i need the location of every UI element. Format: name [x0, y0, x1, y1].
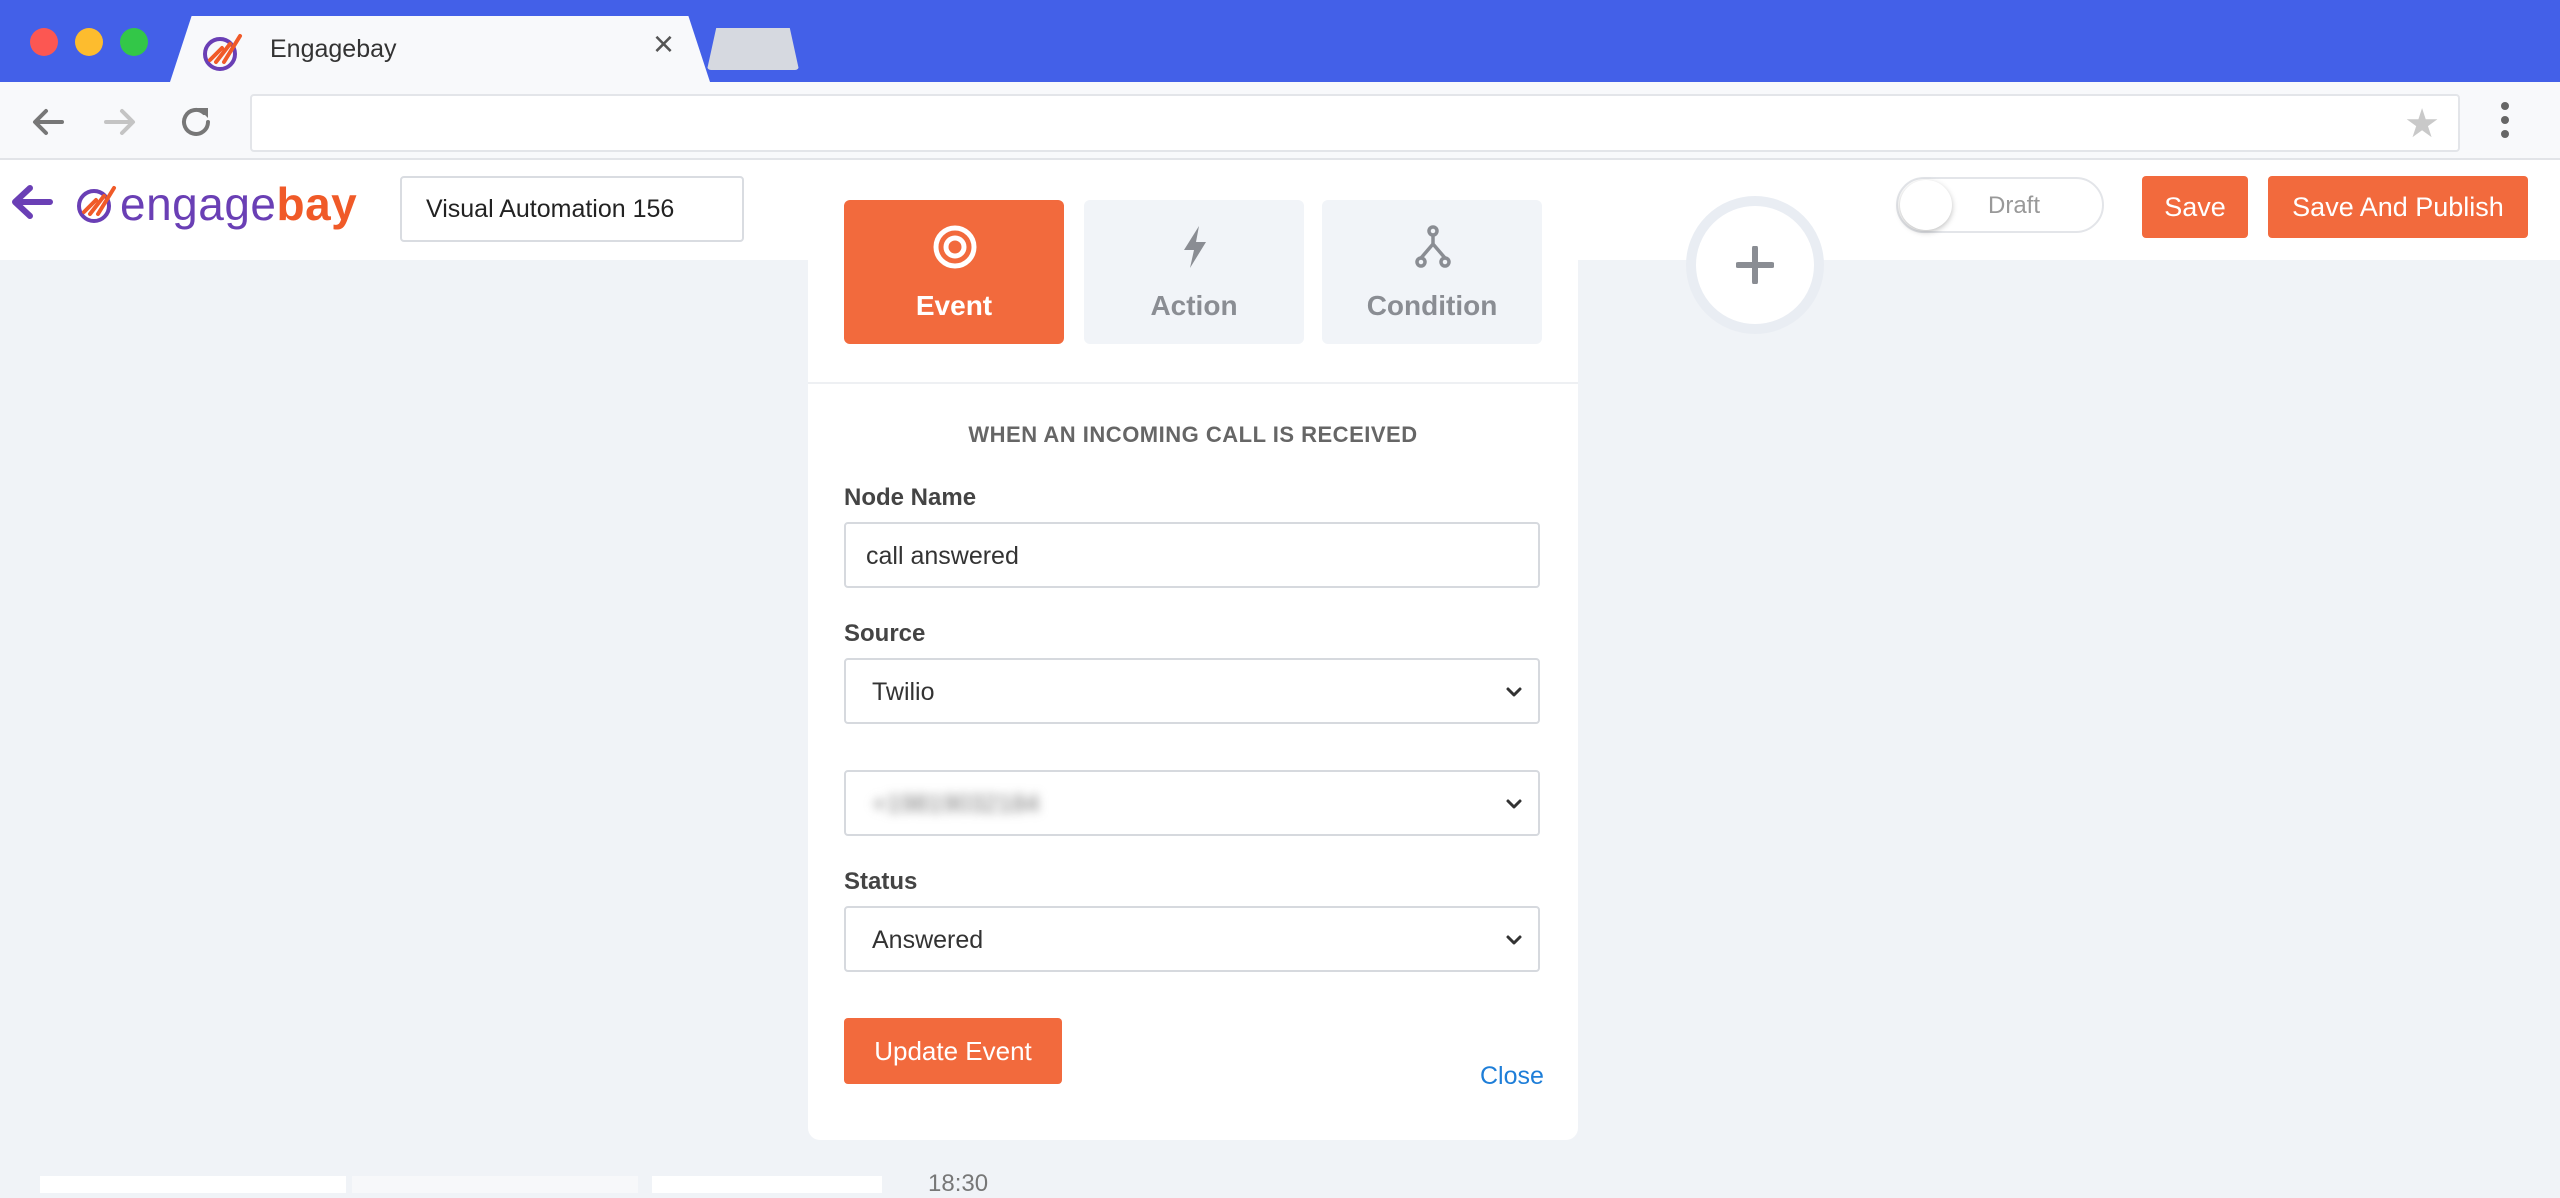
- tab-action[interactable]: Action: [1084, 200, 1304, 344]
- target-icon: [933, 225, 977, 269]
- engagebay-logo[interactable]: engage bay: [74, 176, 357, 232]
- url-bar[interactable]: ★: [250, 94, 2460, 152]
- browser-menu-icon[interactable]: [2490, 98, 2520, 142]
- canvas-card: [40, 1176, 346, 1193]
- engagebay-mark-icon: [77, 186, 116, 223]
- tab-condition-label: Condition: [1366, 290, 1498, 321]
- status-select[interactable]: Answered: [844, 906, 1540, 972]
- branch-icon: [1415, 225, 1451, 268]
- tab-event[interactable]: Event: [844, 200, 1064, 344]
- canvas-card: [652, 1176, 882, 1193]
- save-and-publish-button[interactable]: Save And Publish: [2268, 176, 2528, 238]
- canvas-card: [352, 1176, 638, 1193]
- plus-icon: [1736, 246, 1774, 284]
- forward-icon[interactable]: [100, 102, 140, 142]
- window-close-dot[interactable]: [30, 28, 58, 56]
- toggle-label: Draft: [1988, 192, 2041, 219]
- reload-icon[interactable]: [176, 102, 216, 142]
- lightning-icon: [1184, 226, 1206, 268]
- window-maximize-dot[interactable]: [120, 28, 148, 56]
- status-label: Status: [844, 868, 918, 895]
- brand-name-part2: bay: [276, 178, 358, 230]
- browser-tab-bar: Engagebay ×: [0, 0, 2560, 82]
- status-value: Answered: [872, 926, 984, 954]
- tab-action-label: Action: [1150, 290, 1238, 321]
- source-value: Twilio: [872, 678, 935, 706]
- phone-number-select[interactable]: +19819032184: [844, 770, 1540, 836]
- automation-name-input[interactable]: [400, 176, 744, 242]
- chevron-down-icon: [1506, 687, 1522, 697]
- tab-title: Engagebay: [270, 35, 397, 63]
- engagebay-logo-icon: [203, 34, 242, 71]
- window-minimize-dot[interactable]: [75, 28, 103, 56]
- bookmark-star-icon[interactable]: ★: [2404, 104, 2440, 144]
- save-button[interactable]: Save: [2142, 176, 2248, 238]
- canvas-bottom-strip: [0, 1176, 2560, 1193]
- update-event-button[interactable]: Update Event: [844, 1018, 1062, 1084]
- add-node-button[interactable]: [1686, 196, 1824, 334]
- event-heading: WHEN AN INCOMING CALL IS RECEIVED: [968, 422, 1418, 447]
- tab-event-label: Event: [915, 290, 993, 321]
- browser-tab-active[interactable]: Engagebay ×: [170, 16, 710, 82]
- browser-toolbar: ★: [0, 82, 2560, 160]
- phone-number-value: +19819032184: [872, 790, 1040, 818]
- tab-close-icon[interactable]: ×: [653, 26, 674, 62]
- back-icon[interactable]: [28, 102, 68, 142]
- canvas-time-label: 18:30: [928, 1170, 989, 1197]
- brand-name-part1: engage: [120, 178, 277, 230]
- source-select[interactable]: Twilio: [844, 658, 1540, 724]
- new-tab-button[interactable]: [707, 28, 799, 70]
- node-name-input[interactable]: call answered: [844, 522, 1540, 588]
- tab-condition[interactable]: Condition: [1322, 200, 1542, 344]
- node-name-value: call answered: [866, 542, 1019, 570]
- chevron-down-icon: [1506, 935, 1522, 945]
- node-name-label: Node Name: [844, 484, 977, 511]
- source-label: Source: [844, 620, 926, 647]
- chevron-down-icon: [1506, 799, 1522, 809]
- toggle-knob[interactable]: [1900, 180, 1952, 230]
- panel-divider: [808, 382, 1578, 384]
- close-link[interactable]: Close: [1480, 1062, 1544, 1091]
- draft-toggle[interactable]: Draft: [1896, 177, 2104, 233]
- back-arrow-icon[interactable]: [8, 180, 54, 224]
- node-editor-panel: Event Action Condition WHEN AN INCOMING …: [808, 160, 1578, 1140]
